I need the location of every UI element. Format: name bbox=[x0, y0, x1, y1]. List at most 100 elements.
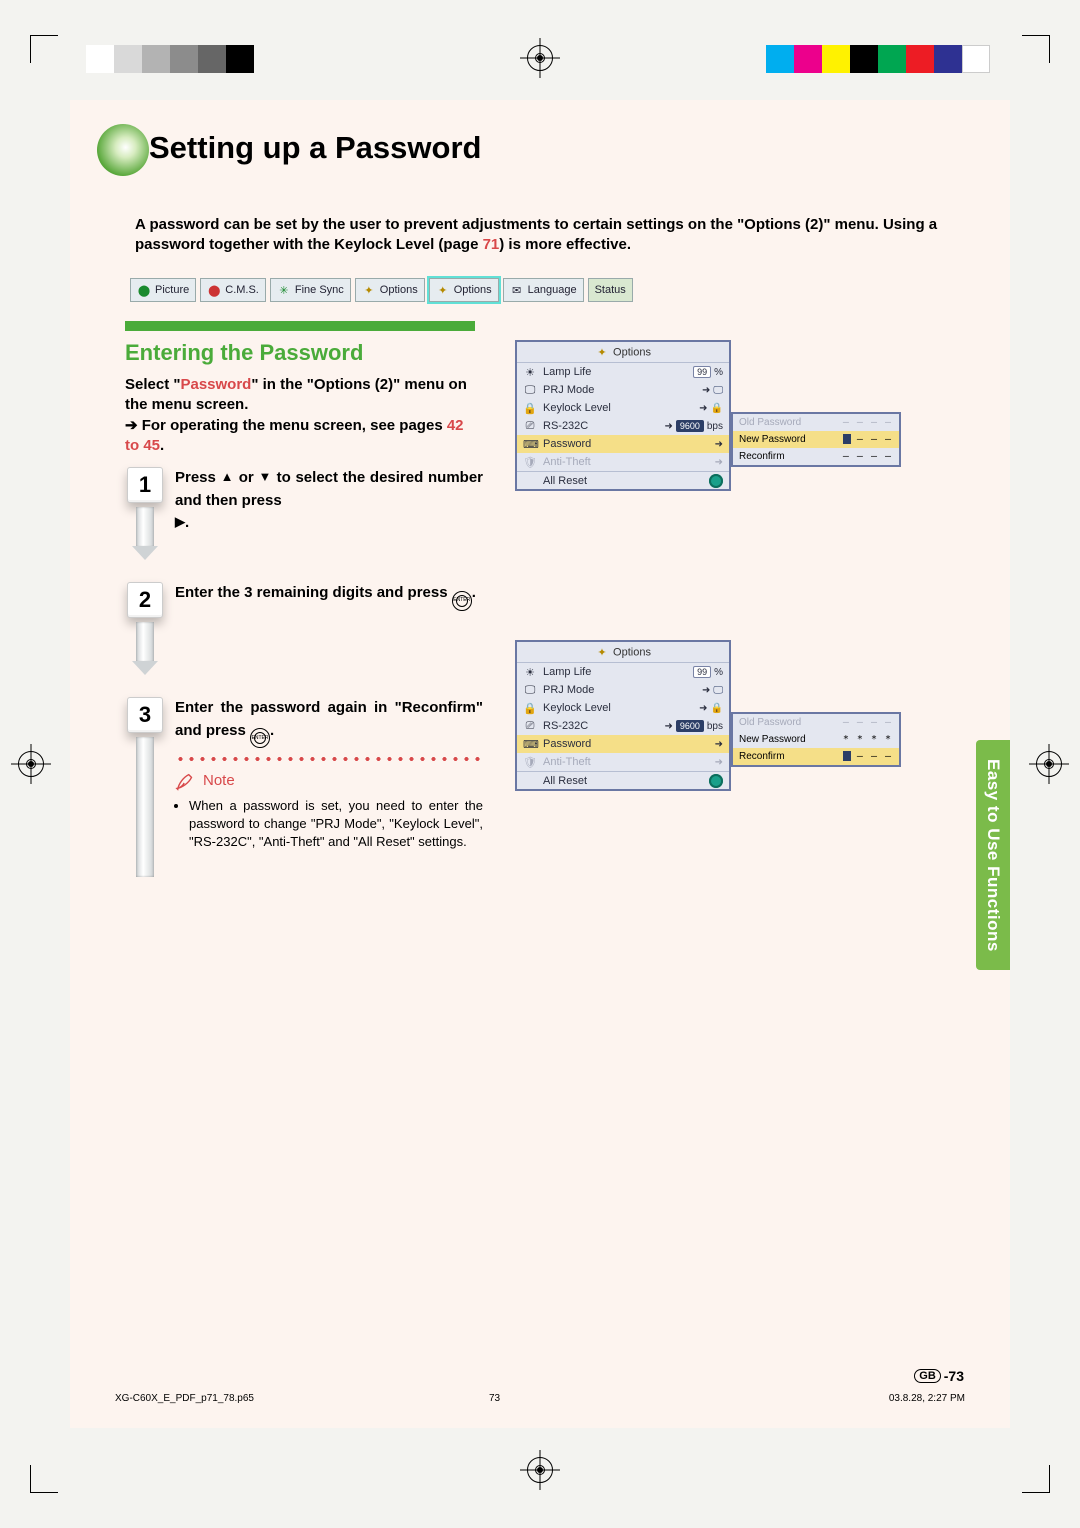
lock-icon bbox=[711, 703, 723, 714]
tab-icon: ⬤ bbox=[137, 283, 151, 297]
footer-page: 73 bbox=[489, 1393, 500, 1404]
pw-row-re: Reconfirm––– bbox=[733, 748, 899, 765]
intro-text: A password can be set by the user to pre… bbox=[135, 215, 955, 256]
select-text-red: Password bbox=[180, 376, 251, 393]
menu-tab-options[interactable]: ✦Options bbox=[355, 278, 425, 302]
osd-row-value: ➜9600bps bbox=[664, 720, 723, 732]
page-number: GB-73 bbox=[914, 1368, 964, 1384]
options-icon: ✦ bbox=[595, 645, 609, 659]
osd-screenshot-2: ✦Options ☀Lamp Life99%🖵PRJ Mode➜🔒Keylock… bbox=[515, 640, 731, 791]
pw-label: Reconfirm bbox=[739, 451, 837, 462]
pw-row-old: Old Password–––– bbox=[733, 414, 899, 431]
osd-row-label: RS-232C bbox=[543, 420, 658, 432]
pw-cells: –––– bbox=[843, 717, 893, 728]
pw-cells: ––– bbox=[843, 751, 893, 762]
step-2: 2 Enter the 3 remaining digits and press… bbox=[125, 582, 483, 675]
osd-row-label: Keylock Level bbox=[543, 702, 693, 714]
gray-swatch bbox=[226, 45, 254, 73]
intro-pageref: 71 bbox=[483, 236, 500, 253]
step-number-2: 2 bbox=[127, 582, 163, 618]
crop-bottom-right bbox=[1022, 1465, 1050, 1493]
osd-row-antitheft: 🛡Anti-Theft➜ bbox=[517, 453, 729, 471]
osd-row-value: ➜9600bps bbox=[664, 420, 723, 432]
pw-cells: ––– bbox=[843, 434, 893, 445]
osd-row-rsc: ⎚RS-232C➜9600bps bbox=[517, 417, 729, 435]
color-swatch bbox=[878, 45, 906, 73]
osd-row-rsc: ⎚RS-232C➜9600bps bbox=[517, 717, 729, 735]
tab-label: Options bbox=[454, 284, 492, 296]
step-2-body: Enter the 3 remaining digits and press E… bbox=[175, 582, 483, 675]
menu-tab-language[interactable]: ✉Language bbox=[503, 278, 584, 302]
osd-row-allreset: All Reset bbox=[517, 471, 729, 489]
footer-timestamp: 03.8.28, 2:27 PM bbox=[889, 1393, 965, 1404]
osd-row-icon: 🔒 bbox=[523, 702, 537, 715]
osd-row-value: ➜ bbox=[702, 685, 723, 696]
pw-row-new: New Password**** bbox=[733, 731, 899, 748]
gray-swatch bbox=[86, 45, 114, 73]
menu-tab-picture[interactable]: ⬤Picture bbox=[130, 278, 196, 302]
registration-mark-left bbox=[18, 751, 44, 777]
footer-metadata: XG-C60X_E_PDF_p71_78.p65 73 03.8.28, 2:2… bbox=[115, 1393, 965, 1404]
tab-icon: ✦ bbox=[436, 283, 450, 297]
color-swatch bbox=[906, 45, 934, 73]
gb-badge: GB bbox=[914, 1369, 941, 1383]
osd-row-label: Keylock Level bbox=[543, 402, 693, 414]
osd-row-prjmode: 🖵PRJ Mode➜ bbox=[517, 681, 729, 699]
osd-row-lamplife: ☀Lamp Life99% bbox=[517, 363, 729, 381]
step-3: 3 Enter the password again in "Reconfirm… bbox=[125, 697, 483, 877]
osd-row-label: Lamp Life bbox=[543, 366, 687, 378]
step-arrow-down-icon bbox=[132, 546, 158, 560]
osd-row-value bbox=[709, 774, 723, 788]
enter-button-icon: ENTER bbox=[250, 728, 270, 748]
osd-row-icon: 🛡 bbox=[523, 756, 537, 769]
right-triangle-icon: ▶ bbox=[175, 514, 185, 529]
color-swatch bbox=[794, 45, 822, 73]
osd-row-antitheft: 🛡Anti-Theft➜ bbox=[517, 753, 729, 771]
color-swatch bbox=[766, 45, 794, 73]
osd-row-label: Password bbox=[543, 438, 709, 450]
screen-icon bbox=[713, 685, 723, 696]
osd-row-icon: 🖵 bbox=[523, 384, 537, 397]
tab-icon: ✳ bbox=[277, 283, 291, 297]
osd-row-value: 99% bbox=[693, 666, 723, 678]
osd-row-allreset: All Reset bbox=[517, 771, 729, 789]
page-number-value: -73 bbox=[944, 1368, 964, 1384]
osd-row-label: PRJ Mode bbox=[543, 684, 696, 696]
osd-row-label: All Reset bbox=[543, 775, 703, 787]
gray-swatch bbox=[198, 45, 226, 73]
side-tab: Easy to Use Functions bbox=[976, 740, 1010, 970]
pw-cursor bbox=[843, 751, 851, 761]
step-connector bbox=[136, 622, 154, 662]
menu-tab-options[interactable]: ✦ Options bbox=[429, 278, 499, 302]
step-1: 1 Press ▲ or ▼ to select the desired num… bbox=[125, 467, 483, 560]
tab-label: C.M.S. bbox=[225, 284, 259, 296]
page-title: Setting up a Password bbox=[149, 130, 481, 166]
tab-label: Status bbox=[595, 284, 626, 296]
select-text-1: Select " bbox=[125, 376, 180, 393]
reset-circle-icon bbox=[709, 774, 723, 788]
pw-cursor bbox=[843, 434, 851, 444]
gray-swatch bbox=[170, 45, 198, 73]
title-orb-icon bbox=[97, 124, 149, 176]
gray-swatch bbox=[142, 45, 170, 73]
tab-icon: ✉ bbox=[510, 283, 524, 297]
lock-icon bbox=[711, 403, 723, 414]
registration-mark-right bbox=[1036, 751, 1062, 777]
footer-filename: XG-C60X_E_PDF_p71_78.p65 bbox=[115, 1393, 254, 1404]
crop-top-right bbox=[1022, 35, 1050, 63]
registration-mark-top bbox=[527, 45, 553, 71]
osd-row-keylocklevel: 🔒Keylock Level➜ bbox=[517, 699, 729, 717]
menu-tab-finesync[interactable]: ✳Fine Sync bbox=[270, 278, 351, 302]
menu-tab-status[interactable]: Status bbox=[588, 278, 633, 302]
page-title-block: Setting up a Password bbox=[115, 130, 481, 166]
menu-bar: ⬤Picture⬤C.M.S.✳Fine Sync✦Options✦Option… bbox=[130, 278, 633, 302]
menu-tab-cms[interactable]: ⬤ C.M.S. bbox=[200, 278, 266, 302]
osd-row-label: All Reset bbox=[543, 475, 703, 487]
pw-label: New Password bbox=[739, 434, 837, 445]
tab-icon: ⬤ bbox=[207, 283, 221, 297]
pw-cells: **** bbox=[843, 734, 893, 745]
osd-row-label: PRJ Mode bbox=[543, 384, 696, 396]
options-icon: ✦ bbox=[595, 345, 609, 359]
color-swatch bbox=[850, 45, 878, 73]
dotted-divider bbox=[175, 756, 483, 762]
